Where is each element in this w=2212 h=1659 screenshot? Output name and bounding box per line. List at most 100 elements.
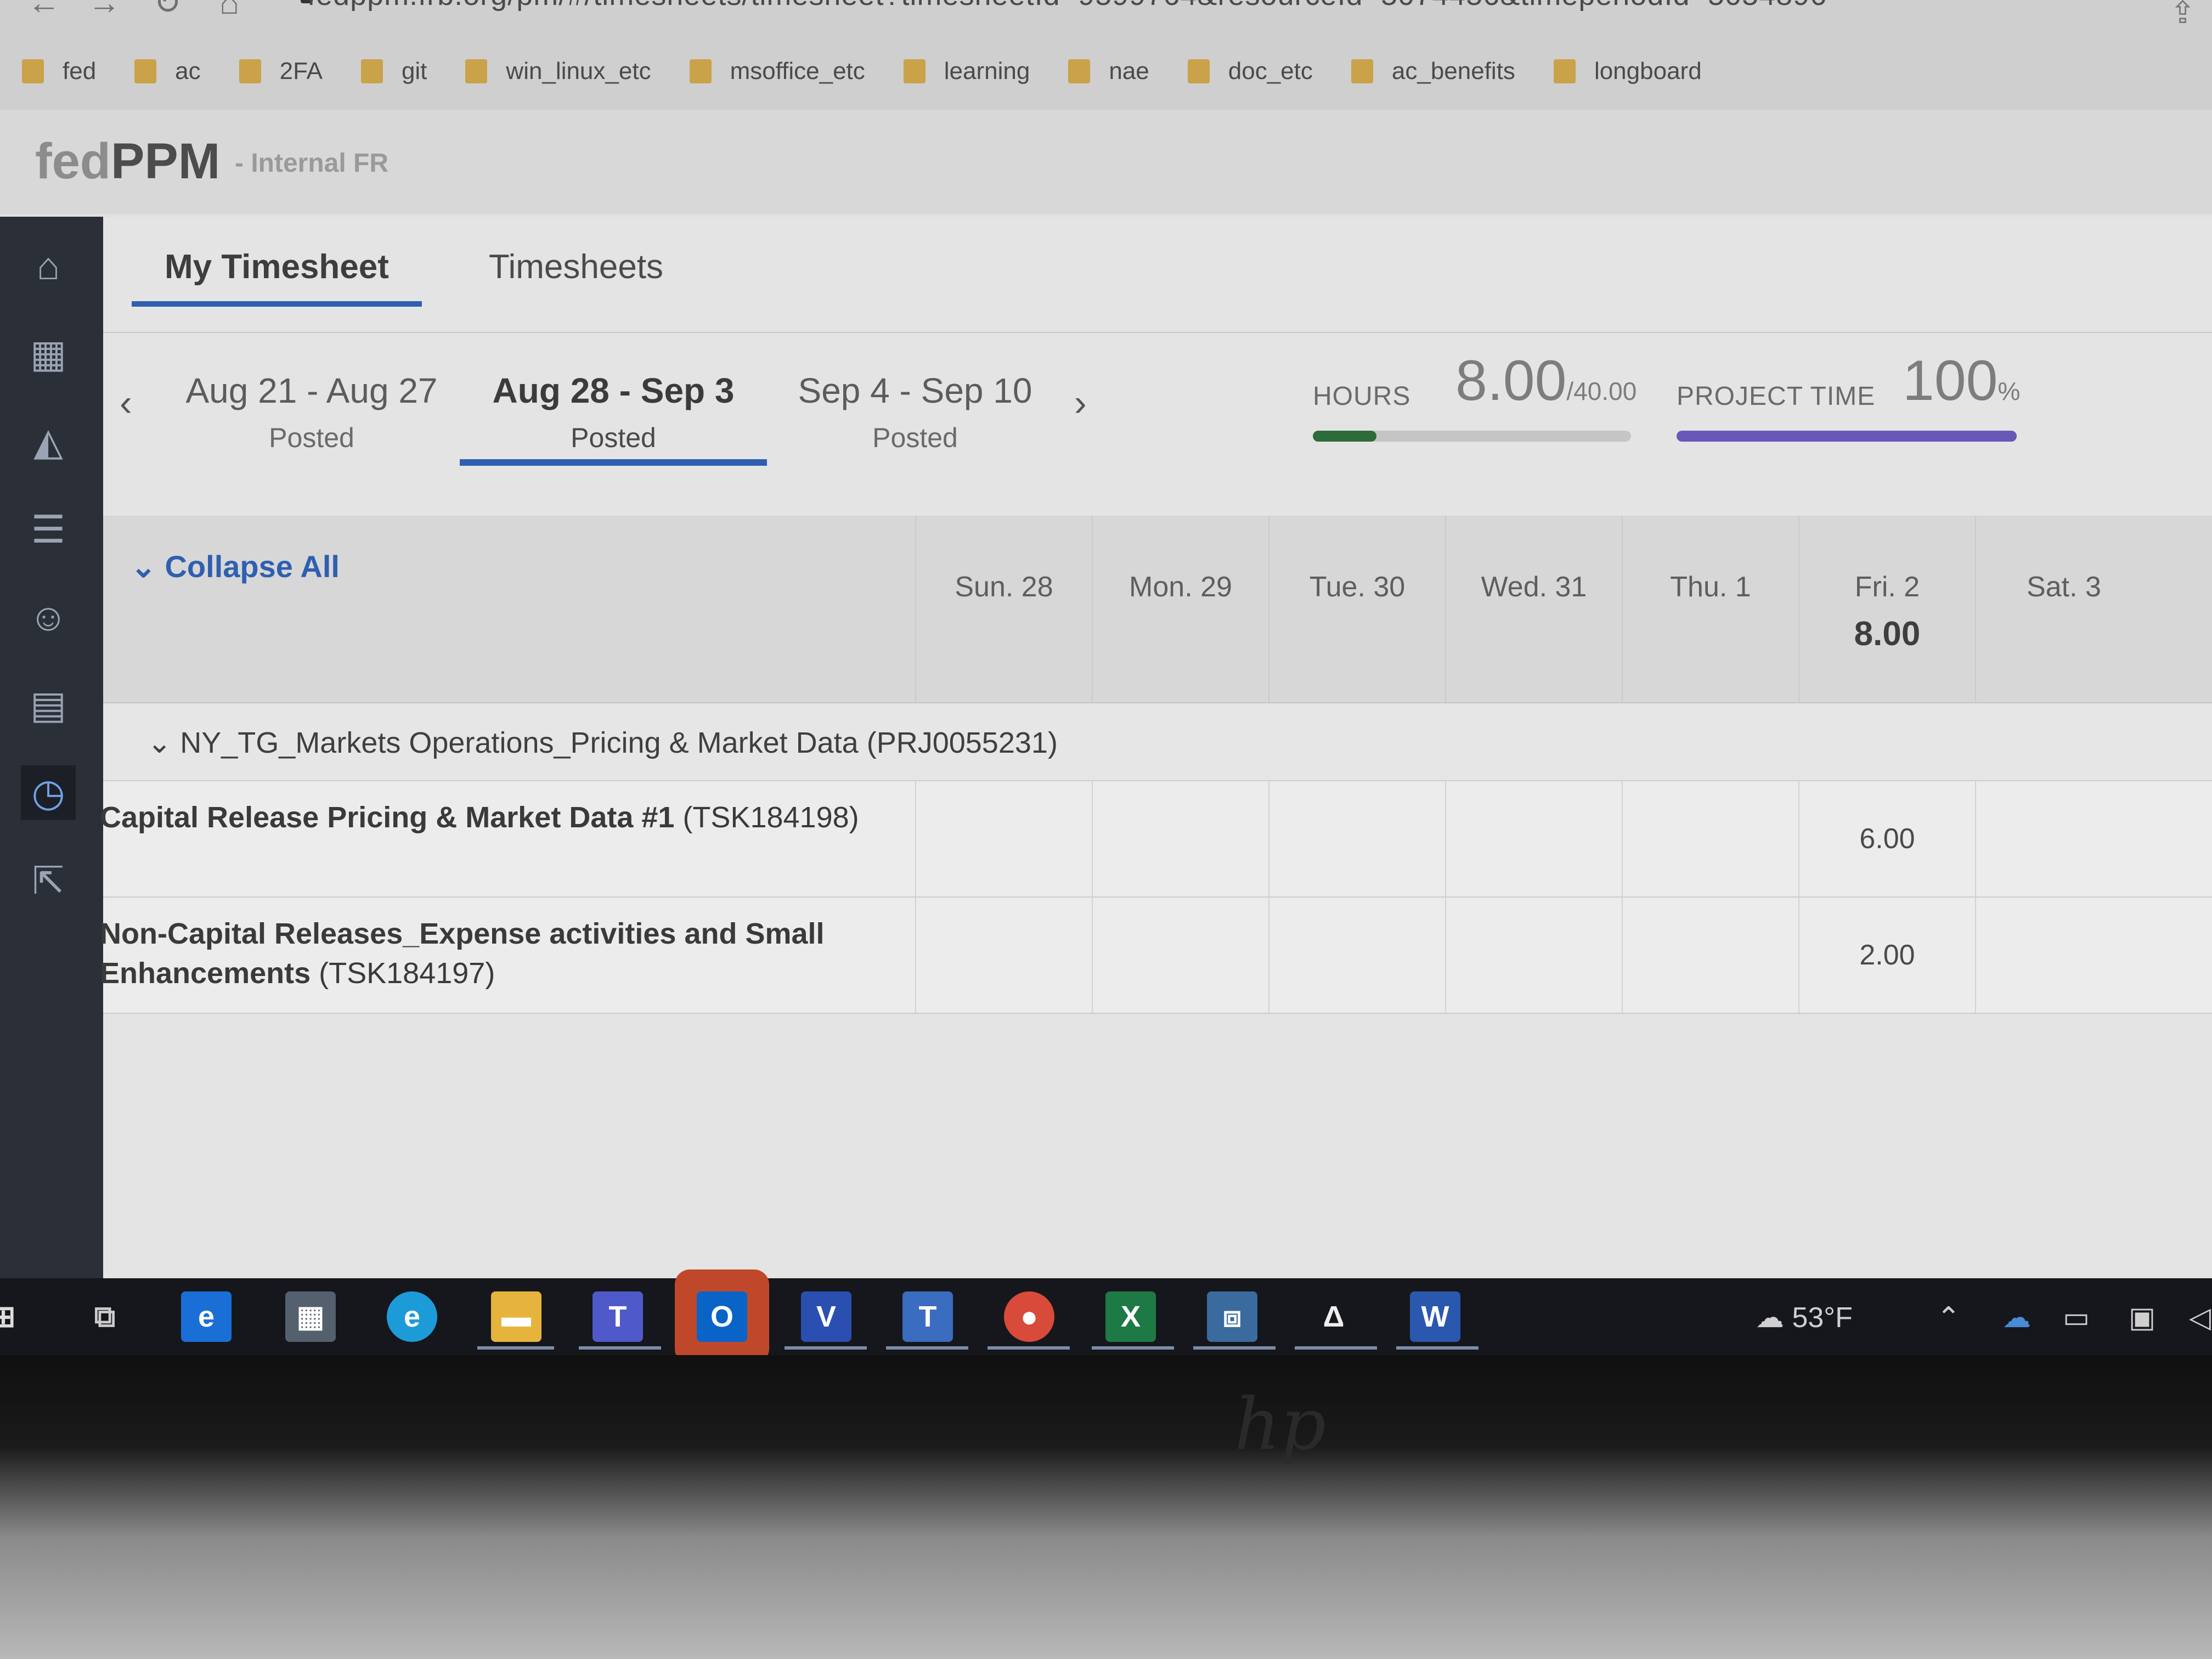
network-tool-icon[interactable]: ⧈ — [1207, 1291, 1257, 1342]
day-header: Thu. 1 — [1622, 516, 1798, 702]
document-icon[interactable]: ▤ — [21, 678, 76, 732]
tab-timesheets[interactable]: Timesheets — [456, 244, 696, 307]
reports-chart-icon[interactable]: ◭ — [21, 414, 76, 469]
task-name: Non-Capital Releases_Expense activities … — [100, 917, 825, 990]
project-group-row[interactable]: ⌄ NY_TG_Markets Operations_Pricing & Mar… — [103, 703, 2212, 781]
hours-cell[interactable] — [1445, 781, 1622, 896]
tab-my-timesheet[interactable]: My Timesheet — [132, 244, 422, 307]
hours-cell[interactable]: 6.00 — [1798, 781, 1975, 896]
hours-cell[interactable] — [1975, 781, 2152, 896]
hours-cell[interactable] — [1445, 898, 1622, 1013]
bookmark[interactable]: doc_etc — [1187, 58, 1313, 85]
word-icon[interactable]: W — [1410, 1291, 1460, 1342]
resource-people-icon[interactable]: ☺ — [21, 590, 76, 645]
remote-tool-icon[interactable]: T — [902, 1291, 953, 1342]
external-link-icon[interactable]: ⇱ — [21, 853, 76, 908]
bookmark[interactable]: ac — [134, 58, 201, 85]
edge-browser-icon[interactable]: e — [387, 1291, 437, 1342]
hours-cell[interactable] — [1268, 781, 1445, 896]
timesheet-clock-icon[interactable]: ◷ — [21, 765, 76, 820]
grid-header: ⌄ Collapse All Sun. 28 Mon. 29 Tue. 30 W… — [103, 516, 2212, 703]
hours-cell[interactable] — [1622, 898, 1798, 1013]
bookmark[interactable]: msoffice_etc — [689, 58, 865, 85]
folder-icon — [1068, 59, 1091, 83]
active-app-indicator — [579, 1346, 661, 1350]
period-aug28[interactable]: Aug 28 - Sep 3 Posted — [460, 370, 767, 466]
excel-icon[interactable]: X — [1105, 1291, 1156, 1342]
bookmark[interactable]: learning — [903, 58, 1030, 85]
file-explorer-icon[interactable]: ▬ — [491, 1291, 541, 1342]
forward-icon[interactable]: → — [88, 0, 121, 21]
day-header: Fri. 2 8.00 — [1798, 516, 1975, 702]
chevron-right-icon[interactable]: › — [1074, 381, 1087, 424]
folder-icon — [465, 59, 488, 83]
bookmark[interactable]: win_linux_etc — [465, 58, 651, 85]
hours-cell[interactable] — [1975, 898, 2152, 1013]
task-list-icon[interactable]: ☰ — [21, 502, 76, 557]
hours-cell[interactable] — [1622, 781, 1798, 896]
active-app-indicator — [1193, 1346, 1276, 1350]
volume-icon[interactable]: ◁ — [2189, 1301, 2211, 1334]
hours-cell[interactable] — [1268, 898, 1445, 1013]
task-row[interactable]: Non-Capital Releases_Expense activities … — [100, 898, 2212, 1014]
home-icon[interactable]: ⌂ — [219, 0, 239, 21]
day-header: Sun. 28 — [915, 516, 1092, 702]
folder-icon — [689, 59, 712, 83]
period-sep4[interactable]: Sep 4 - Sep 10 Posted — [761, 370, 1069, 454]
collapse-all-button[interactable]: ⌄ Collapse All — [131, 549, 340, 585]
task-name: Capital Release Pricing & Market Data #1… — [100, 801, 859, 834]
active-app-indicator — [988, 1346, 1070, 1350]
weather-widget[interactable]: ☁ 53°F — [1756, 1301, 1853, 1334]
back-icon[interactable]: ← — [27, 0, 60, 21]
project-name: ⌄ NY_TG_Markets Operations_Pricing & Mar… — [147, 726, 1058, 759]
outlook-icon[interactable]: O — [697, 1291, 747, 1342]
folder-icon — [134, 59, 157, 83]
active-app-indicator — [1295, 1346, 1377, 1350]
bookmark[interactable]: longboard — [1553, 58, 1702, 85]
address-bar[interactable]: ← → ↻ ⌂ fedppm.frb.org/pm/#/timesheets/t… — [0, 0, 2212, 30]
bookmark[interactable]: 2FA — [239, 58, 323, 85]
hours-cell[interactable] — [915, 781, 1092, 896]
active-app-indicator — [785, 1346, 867, 1350]
tab-bar: My Timesheet Timesheets — [132, 244, 696, 310]
hours-cell[interactable]: 2.00 — [1798, 898, 1975, 1013]
hp-logo-icon: hp — [1234, 1383, 1326, 1466]
bookmark[interactable]: ac_benefits — [1351, 58, 1515, 85]
chevron-left-icon[interactable]: ‹ — [120, 381, 132, 424]
task-view-icon[interactable]: ⧉ — [80, 1291, 130, 1342]
bookmark[interactable]: fed — [22, 58, 96, 85]
folder-icon — [1351, 59, 1373, 83]
hours-cell[interactable] — [1092, 781, 1268, 896]
left-nav-rail: ⌂ ▦ ◭ ☰ ☺ ▤ ◷ ⇱ — [0, 217, 103, 1278]
project-time-progress-bar — [1677, 431, 2017, 442]
home-icon[interactable]: ⌂ — [21, 239, 76, 294]
dashboard-grid-icon[interactable]: ▦ — [21, 326, 76, 381]
cloud-icon: ☁ — [1756, 1302, 1792, 1334]
start-windows-icon[interactable]: ⊞ — [0, 1291, 29, 1342]
hours-cell[interactable] — [915, 898, 1092, 1013]
period-aug21[interactable]: Aug 21 - Aug 27 Posted — [158, 370, 465, 454]
hours-cell[interactable] — [1092, 898, 1268, 1013]
chevron-up-icon[interactable]: ⌃ — [1937, 1301, 1961, 1334]
internet-explorer-icon[interactable]: e — [181, 1291, 232, 1342]
battery-icon[interactable]: ▭ — [2063, 1301, 2090, 1334]
task-row[interactable]: Capital Release Pricing & Market Data #1… — [100, 781, 2212, 898]
chrome-icon[interactable]: ● — [1004, 1291, 1054, 1342]
network-icon[interactable]: ▣ — [2129, 1301, 2155, 1334]
app-logo[interactable]: fedPPM — [35, 133, 220, 190]
teams-icon[interactable]: T — [592, 1291, 643, 1342]
hours-progress-bar — [1313, 431, 1631, 442]
bookmark[interactable]: nae — [1068, 58, 1149, 85]
screen: ← → ↻ ⌂ fedppm.frb.org/pm/#/timesheets/t… — [0, 0, 2212, 1278]
visio-icon[interactable]: V — [801, 1291, 851, 1342]
onedrive-icon[interactable]: ☁ — [2002, 1301, 2031, 1334]
reload-icon[interactable]: ↻ — [154, 0, 181, 22]
active-app-indicator — [886, 1346, 968, 1350]
share-icon[interactable]: ⇪ — [2170, 0, 2196, 31]
app-triangle-icon[interactable]: Δ — [1308, 1291, 1359, 1342]
bookmark[interactable]: git — [360, 58, 427, 85]
url-text[interactable]: fedppm.frb.org/pm/#/timesheets/timesheet… — [307, 0, 1827, 12]
folder-icon — [1553, 59, 1576, 83]
main-content: My Timesheet Timesheets ‹ Aug 21 - Aug 2… — [100, 217, 2212, 1278]
calculator-icon[interactable]: ▦ — [285, 1291, 336, 1342]
